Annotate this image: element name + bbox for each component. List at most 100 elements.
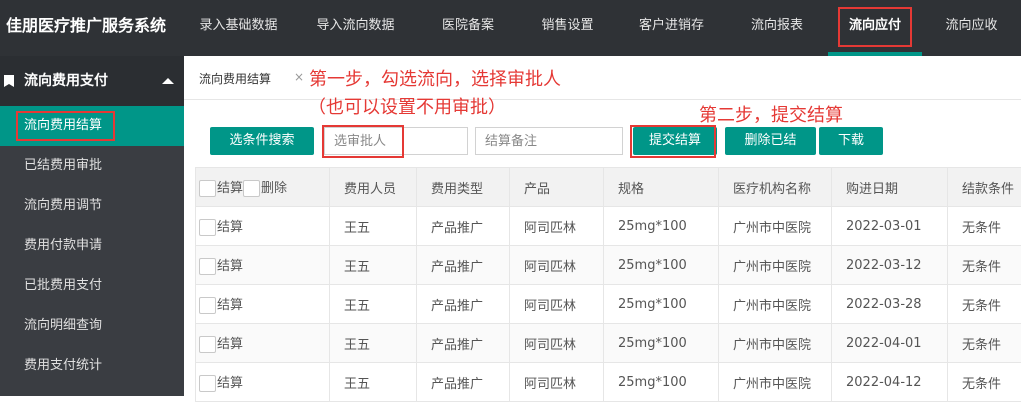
delete-all-checkbox[interactable]: [243, 180, 260, 197]
table-cell: 产品推广: [417, 324, 510, 363]
settlement-remark-input[interactable]: [475, 127, 623, 155]
nav-item-sales-settings[interactable]: 销售设置: [518, 0, 617, 52]
table-cell: 无条件: [948, 246, 1021, 285]
table-cell: 25mg*100: [604, 207, 719, 246]
table-cell: 2022-04-01: [832, 324, 948, 363]
table-cell: 产品推广: [417, 207, 510, 246]
sidebar-item-fee-settlement[interactable]: 流向费用结算: [0, 106, 184, 146]
sidebar-item-label: 费用付款申请: [24, 238, 102, 253]
sidebar-item-label: 流向费用调节: [24, 198, 102, 213]
sidebar-item-flow-detail-query[interactable]: 流向明细查询: [0, 306, 184, 346]
nav-label: 录入基础数据: [199, 18, 277, 33]
sidebar-item-label: 流向明细查询: [24, 318, 102, 333]
nav-label: 医院备案: [442, 18, 494, 33]
column-header[interactable]: 费用类型: [417, 168, 510, 207]
settle-label: 结算: [217, 220, 243, 235]
sidebar-item-fee-adjustment[interactable]: 流向费用调节: [0, 186, 184, 226]
nav-item-basic-data[interactable]: 录入基础数据: [184, 0, 293, 52]
caret-up-icon: [162, 78, 174, 84]
app-title: 佳朋医疗推广服务系统: [6, 0, 166, 52]
settle-all-checkbox[interactable]: [199, 180, 216, 197]
settle-row-checkbox[interactable]: [199, 375, 216, 392]
table-cell: 广州市中医院: [719, 285, 832, 324]
settle-row-checkbox[interactable]: [199, 219, 216, 236]
sidebar-item-payment-request[interactable]: 费用付款申请: [0, 226, 184, 266]
nav-label: 销售设置: [541, 18, 593, 33]
column-header[interactable]: 医疗机构名称: [719, 168, 832, 207]
nav-item-flow-receivable[interactable]: 流向应收: [922, 0, 1021, 52]
table-cell: 阿司匹林: [510, 207, 604, 246]
table-row: 结算 王五 产品推广 阿司匹林 25mg*100 广州市中医院 2022-04-…: [196, 324, 1021, 363]
annotation-step1-note: （也可以设置不用审批）: [308, 93, 506, 119]
sidebar-item-label: 已结费用审批: [24, 158, 102, 173]
table-row: 结算 王五 产品推广 阿司匹林 25mg*100 广州市中医院 2022-03-…: [196, 207, 1021, 246]
sidebar-item-payment-stats[interactable]: 费用支付统计: [0, 346, 184, 386]
settle-label: 结算: [217, 298, 243, 313]
table-row: 结算 王五 产品推广 阿司匹林 25mg*100 广州市中医院 2022-03-…: [196, 285, 1021, 324]
settle-label: 结算: [217, 376, 243, 391]
table-row: 结算 王五 产品推广 阿司匹林 25mg*100 广州市中医院 2022-03-…: [196, 246, 1021, 285]
column-header[interactable]: 费用人员: [330, 168, 417, 207]
sidebar: 流向费用支付 流向费用结算 已结费用审批 流向费用调节 费用付款申请 已批费用支…: [0, 56, 184, 396]
delete-settled-button[interactable]: 删除已结: [725, 127, 816, 155]
search-by-condition-button[interactable]: 选条件搜索: [210, 127, 314, 155]
tab-close-icon[interactable]: ×: [294, 70, 304, 84]
table-cell: 25mg*100: [604, 246, 719, 285]
table-cell: 25mg*100: [604, 324, 719, 363]
header-delete-label: 删除: [261, 181, 287, 196]
main-content: 流向费用结算 × 第一步，勾选流向，选择审批人 （也可以设置不用审批） 第二步，…: [184, 56, 1021, 396]
table-cell: 王五: [330, 246, 417, 285]
settle-row-checkbox[interactable]: [199, 297, 216, 314]
table-cell: 无条件: [948, 285, 1021, 324]
sidebar-item-label: 已批费用支付: [24, 278, 102, 293]
bookmark-icon: [4, 75, 14, 87]
settle-label: 结算: [217, 259, 243, 274]
top-navbar: 佳朋医疗推广服务系统 录入基础数据 导入流向数据 医院备案 销售设置 客户进销存…: [0, 0, 1021, 56]
table-cell: 产品推广: [417, 285, 510, 324]
download-button[interactable]: 下载: [819, 127, 883, 155]
annotation-step1: 第一步，勾选流向，选择审批人: [309, 65, 561, 91]
table-cell: 2022-03-12: [832, 246, 948, 285]
column-header[interactable]: 购进日期: [832, 168, 948, 207]
sidebar-group-flow-fee-payment[interactable]: 流向费用支付: [0, 56, 184, 106]
nav-label: 客户进销存: [639, 18, 704, 33]
table-cell: 无条件: [948, 207, 1021, 246]
nav-item-customer-inventory[interactable]: 客户进销存: [617, 0, 726, 52]
table-cell: 阿司匹林: [510, 246, 604, 285]
nav-item-import-flow[interactable]: 导入流向数据: [293, 0, 418, 52]
settle-row-checkbox[interactable]: [199, 336, 216, 353]
highlight-box: [838, 7, 912, 47]
row-check-cell: 结算: [196, 285, 330, 324]
table-cell: 2022-03-01: [832, 207, 948, 246]
sidebar-item-settled-approval[interactable]: 已结费用审批: [0, 146, 184, 186]
nav-item-flow-payable[interactable]: 流向应付: [828, 0, 922, 52]
nav-item-hospital-filing[interactable]: 医院备案: [418, 0, 518, 52]
row-check-cell: 结算: [196, 207, 330, 246]
nav-label: 流向应收: [945, 18, 997, 33]
table-cell: 阿司匹林: [510, 285, 604, 324]
table-cell: 王五: [330, 324, 417, 363]
column-header[interactable]: 产品: [510, 168, 604, 207]
highlight-box: [16, 111, 115, 141]
table-cell: 广州市中医院: [719, 324, 832, 363]
table-cell: 2022-03-28: [832, 285, 948, 324]
column-header[interactable]: 结款条件: [948, 168, 1021, 207]
column-header[interactable]: 规格: [604, 168, 719, 207]
table-cell: 25mg*100: [604, 285, 719, 324]
main-nav: 录入基础数据 导入流向数据 医院备案 销售设置 客户进销存 流向报表 流向应付 …: [184, 0, 1021, 56]
table-header-row: 结算删除 费用人员 费用类型 产品 规格 医疗机构名称 购进日期 结款条件: [196, 168, 1021, 207]
tab-fee-settlement[interactable]: 流向费用结算: [199, 70, 271, 87]
table-cell: 广州市中医院: [719, 207, 832, 246]
nav-item-flow-report[interactable]: 流向报表: [726, 0, 828, 52]
settle-row-checkbox[interactable]: [199, 258, 216, 275]
highlight-box: [322, 125, 404, 158]
table-cell: 产品推广: [417, 246, 510, 285]
table-cell: 王五: [330, 207, 417, 246]
settlement-table: 结算删除 费用人员 费用类型 产品 规格 医疗机构名称 购进日期 结款条件 结算…: [195, 167, 1021, 402]
sidebar-item-label: 费用支付统计: [24, 358, 102, 373]
table-cell: 广州市中医院: [719, 246, 832, 285]
sidebar-item-approved-payment[interactable]: 已批费用支付: [0, 266, 184, 306]
table-cell: 阿司匹林: [510, 324, 604, 363]
row-check-cell: 结算: [196, 324, 330, 363]
settle-label: 结算: [217, 337, 243, 352]
